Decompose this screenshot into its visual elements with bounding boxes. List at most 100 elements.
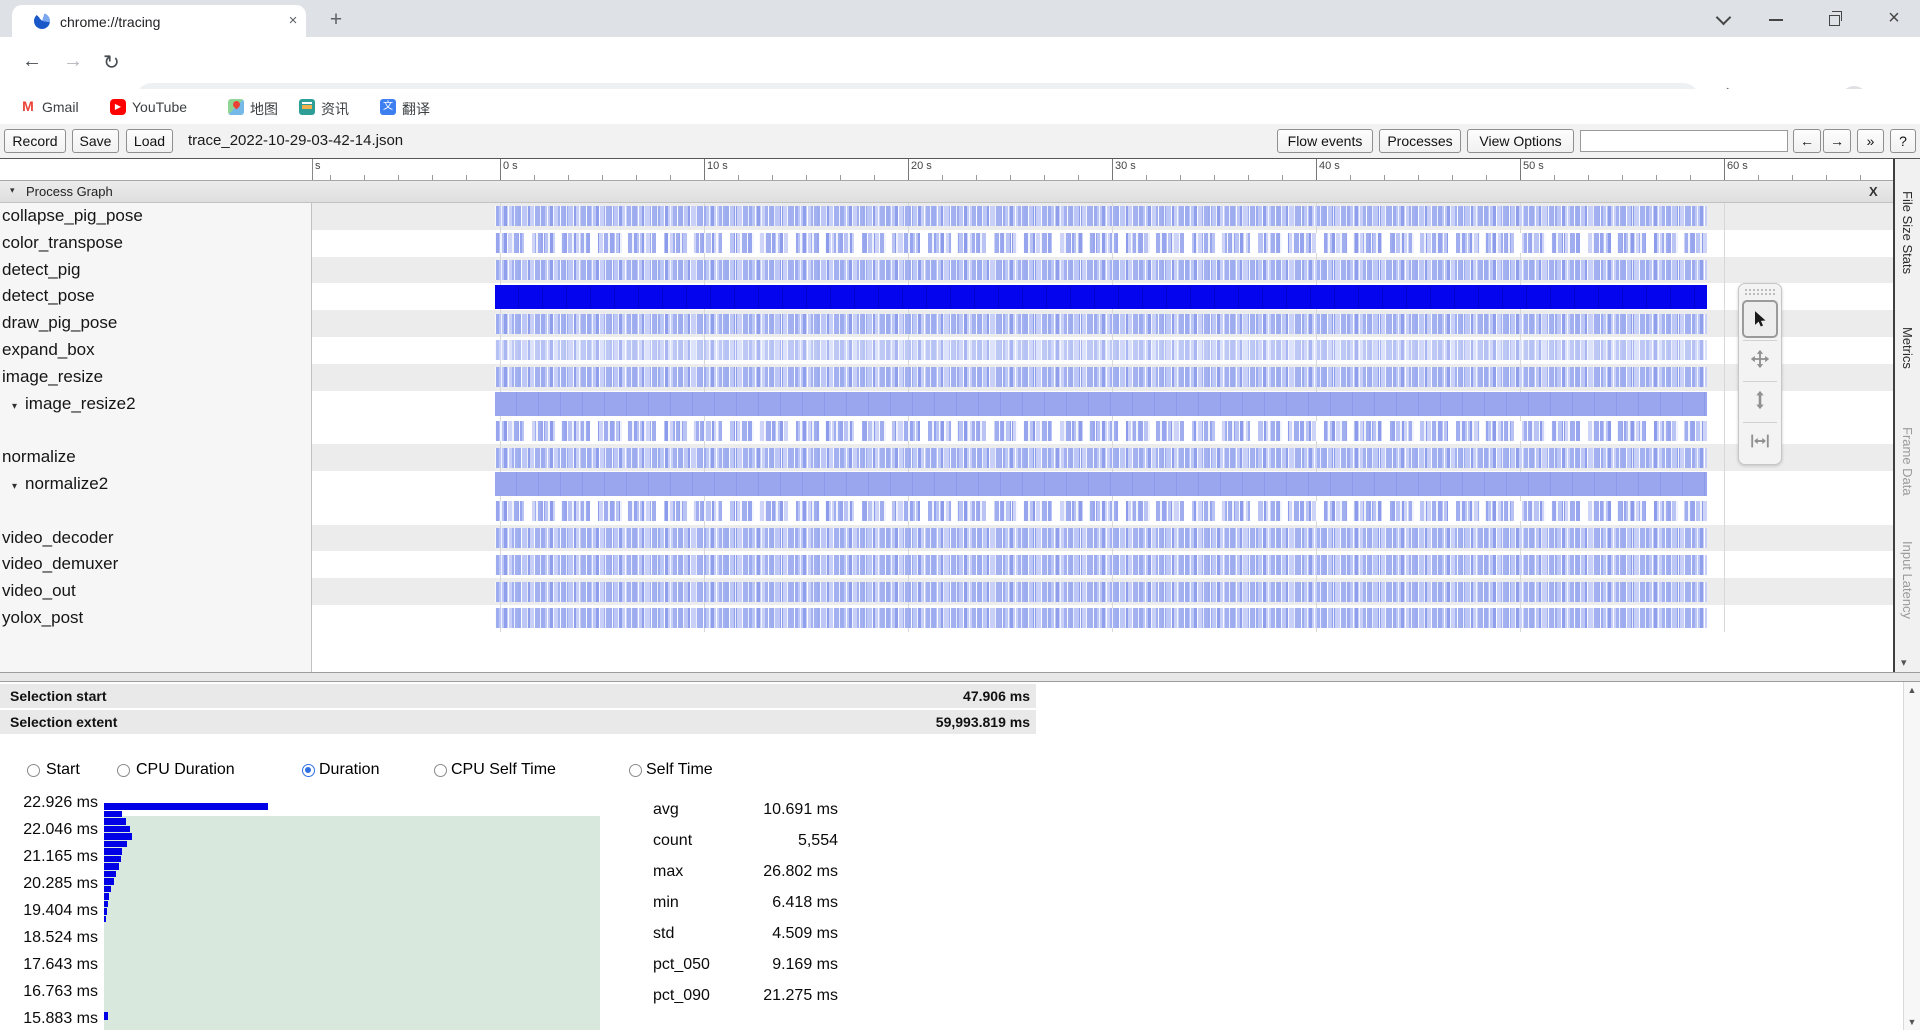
find-previous-button[interactable]: ← bbox=[1793, 129, 1821, 153]
slice-bar-color_transpose[interactable] bbox=[495, 233, 1707, 254]
back-icon[interactable]: ← bbox=[22, 50, 42, 73]
track-label[interactable]: video_out bbox=[0, 578, 312, 605]
histogram-bar[interactable] bbox=[104, 870, 116, 877]
radio-label[interactable]: CPU Duration bbox=[136, 761, 235, 779]
slice-bar-normalize2[interactable] bbox=[495, 472, 1707, 497]
track-label[interactable]: color_transpose bbox=[0, 230, 312, 257]
track-label[interactable]: normalize bbox=[0, 444, 312, 471]
zoom-tool-button[interactable] bbox=[1742, 382, 1778, 420]
tool-panel-grip[interactable] bbox=[1745, 289, 1775, 296]
histogram-bar[interactable] bbox=[104, 833, 132, 840]
track-label[interactable]: yolox_post bbox=[0, 605, 312, 632]
histogram-bar[interactable] bbox=[104, 893, 109, 900]
histogram-bar[interactable] bbox=[104, 840, 127, 847]
radio-cpu-duration[interactable] bbox=[117, 764, 130, 777]
histogram-bar[interactable] bbox=[104, 825, 130, 832]
track-label[interactable]: draw_pig_pose bbox=[0, 310, 312, 337]
histogram-bar[interactable] bbox=[104, 810, 122, 817]
slice-bar-draw_pig_pose[interactable] bbox=[495, 313, 1707, 334]
slice-bar-normalize[interactable] bbox=[495, 447, 1707, 468]
histogram-tail-bar[interactable] bbox=[104, 1012, 108, 1020]
histogram-bar[interactable] bbox=[104, 878, 114, 885]
window-close-button[interactable]: × bbox=[1871, 0, 1917, 37]
histogram-plot-area bbox=[104, 816, 600, 1030]
load-button[interactable]: Load bbox=[126, 129, 173, 153]
analysis-scrollbar[interactable]: ▲ ▼ bbox=[1903, 682, 1920, 1030]
process-graph-header[interactable]: ▾ Process Graph X bbox=[0, 181, 1920, 203]
pan-tool-button[interactable] bbox=[1742, 341, 1778, 379]
radio-label[interactable]: Start bbox=[46, 761, 80, 779]
track-label[interactable]: collapse_pig_pose bbox=[0, 203, 312, 230]
track-label[interactable]: ▾ normalize2 bbox=[0, 471, 310, 498]
view-options-button[interactable]: View Options bbox=[1467, 129, 1574, 153]
track-expand-caret-icon[interactable]: ▾ bbox=[12, 401, 17, 412]
histogram-bar[interactable] bbox=[104, 915, 106, 922]
radio-label[interactable]: CPU Self Time bbox=[451, 761, 556, 779]
timeline-ruler[interactable]: s 0 s 10 s 20 s 30 s 40 s 50 s 60 s bbox=[0, 159, 1893, 181]
slice-bar-video_demuxer[interactable] bbox=[495, 554, 1707, 575]
radio-start[interactable] bbox=[27, 764, 40, 777]
reload-icon[interactable]: ↻ bbox=[103, 50, 120, 75]
slice-bar-detect_pose[interactable] bbox=[495, 284, 1707, 309]
save-button[interactable]: Save bbox=[72, 129, 119, 153]
slice-bar-image_resize[interactable] bbox=[495, 367, 1707, 388]
timing-tool-button[interactable] bbox=[1742, 423, 1778, 461]
forward-icon[interactable]: → bbox=[63, 50, 83, 73]
slice-bar-detect_pig[interactable] bbox=[495, 260, 1707, 280]
side-tab-metrics[interactable]: Metrics bbox=[1900, 327, 1915, 369]
side-scroll-down-icon[interactable]: ▾ bbox=[1901, 656, 1907, 669]
slice-bar-subrow[interactable] bbox=[495, 420, 1707, 441]
histogram-bar[interactable] bbox=[104, 863, 119, 870]
new-tab-button[interactable]: + bbox=[322, 6, 350, 34]
slice-bar-collapse_pig_pose[interactable] bbox=[495, 206, 1707, 227]
histogram-bar[interactable] bbox=[104, 908, 107, 915]
radio-label[interactable]: Duration bbox=[319, 761, 379, 779]
help-button[interactable]: ? bbox=[1890, 129, 1916, 153]
slice-bar-expand_box[interactable] bbox=[495, 340, 1707, 361]
slice-bar-subrow[interactable] bbox=[495, 501, 1707, 522]
find-input[interactable] bbox=[1580, 130, 1788, 152]
track-label[interactable]: expand_box bbox=[0, 337, 312, 364]
scroll-down-icon[interactable]: ▼ bbox=[1904, 1017, 1920, 1027]
slice-bar-yolox_post[interactable] bbox=[495, 608, 1707, 629]
side-tab-input-latency[interactable]: Input Latency bbox=[1900, 541, 1915, 619]
radio-label[interactable]: Self Time bbox=[646, 761, 713, 779]
track-label[interactable]: detect_pig bbox=[0, 257, 312, 284]
ruler-minor-tick bbox=[1248, 175, 1249, 180]
restore-button[interactable] bbox=[1812, 0, 1858, 37]
scroll-up-icon[interactable]: ▲ bbox=[1904, 685, 1920, 695]
side-tab-file-size-stats[interactable]: File Size Stats bbox=[1900, 191, 1915, 274]
tab-close-icon[interactable]: × bbox=[284, 12, 302, 30]
histogram-bar[interactable] bbox=[104, 803, 268, 810]
find-next-button[interactable]: → bbox=[1823, 129, 1851, 153]
histogram-bar[interactable] bbox=[104, 855, 121, 862]
selection-tool-button[interactable] bbox=[1742, 300, 1778, 338]
tab-search-chevron-icon[interactable] bbox=[1700, 0, 1746, 37]
side-tab-frame-data[interactable]: Frame Data bbox=[1900, 427, 1915, 496]
browser-tab[interactable]: chrome://tracing × bbox=[12, 5, 306, 37]
process-graph-close-button[interactable]: X bbox=[1869, 184, 1878, 199]
track-label[interactable]: video_demuxer bbox=[0, 551, 312, 578]
histogram-bar[interactable] bbox=[104, 885, 111, 892]
radio-self-time[interactable] bbox=[629, 764, 642, 777]
record-button[interactable]: Record bbox=[4, 129, 66, 153]
more-tools-button[interactable]: » bbox=[1857, 129, 1884, 153]
histogram-bar[interactable] bbox=[104, 900, 108, 907]
minimize-button[interactable] bbox=[1753, 0, 1799, 37]
histogram-bar[interactable] bbox=[104, 848, 122, 855]
track-label[interactable]: ▾ image_resize2 bbox=[0, 391, 310, 418]
panel-splitter[interactable] bbox=[0, 672, 1920, 682]
track-label[interactable]: image_resize bbox=[0, 364, 312, 391]
collapse-caret-icon[interactable]: ▾ bbox=[10, 185, 15, 196]
track-expand-caret-icon[interactable]: ▾ bbox=[12, 481, 17, 492]
slice-bar-video_out[interactable] bbox=[495, 581, 1707, 602]
track-label[interactable]: detect_pose bbox=[0, 283, 312, 310]
radio-cpu-self-time[interactable] bbox=[434, 764, 447, 777]
slice-bar-image_resize2[interactable] bbox=[495, 392, 1707, 416]
track-label[interactable]: video_decoder bbox=[0, 525, 312, 552]
radio-duration[interactable] bbox=[302, 764, 315, 777]
flow-events-button[interactable]: Flow events bbox=[1277, 129, 1373, 153]
processes-button[interactable]: Processes bbox=[1379, 129, 1461, 153]
slice-bar-video_decoder[interactable] bbox=[495, 528, 1707, 548]
histogram-bar[interactable] bbox=[104, 818, 126, 825]
